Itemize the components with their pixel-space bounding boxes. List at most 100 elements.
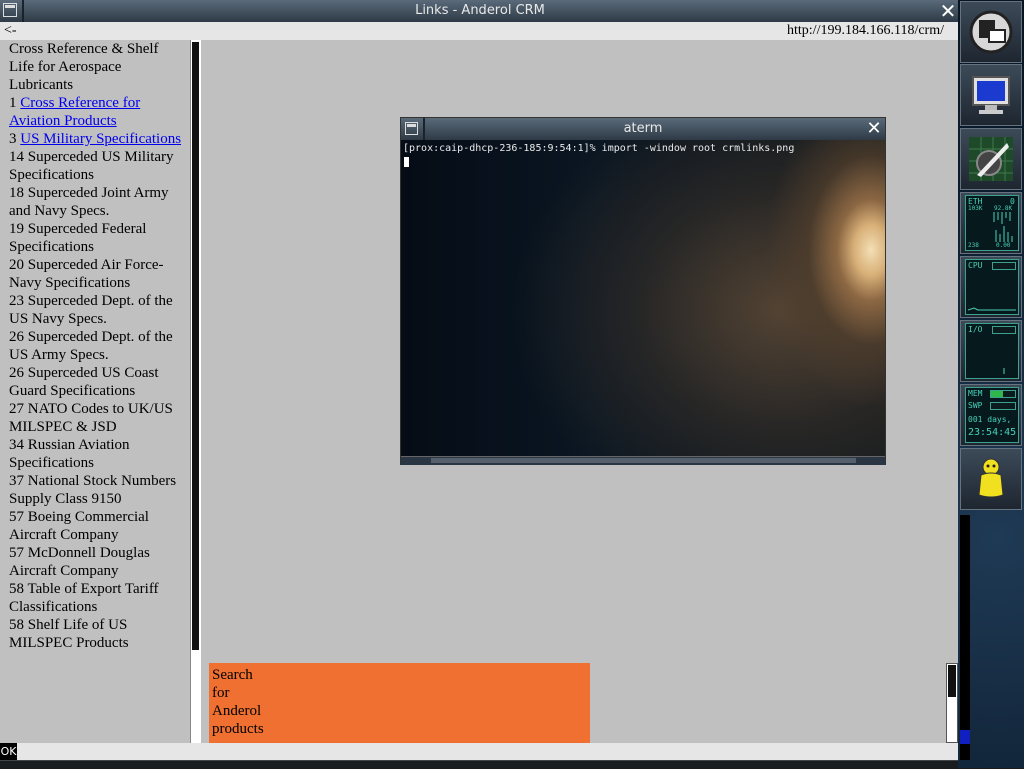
sidebar-item: 57 Boeing Commercial Aircraft Company: [9, 508, 187, 544]
dock-tile-monitor[interactable]: [960, 64, 1022, 126]
close-icon[interactable]: ✕: [938, 1, 958, 21]
titlebar-divider: [22, 0, 24, 22]
dock-tile-app[interactable]: [960, 1, 1022, 63]
sidebar-item: 37 National Stock Numbers Supply Class 9…: [9, 472, 187, 508]
swp-bar: [990, 402, 1016, 410]
terminal-cursor: [404, 157, 409, 167]
sidebar-item-label: McDonnell Douglas Aircraft Company: [9, 545, 150, 579]
dock-tile-user[interactable]: [960, 448, 1022, 510]
net-bottom-left: 238: [968, 242, 979, 249]
quill-icon: [969, 137, 1013, 181]
sidebar-item: 19 Superceded Federal Specifications: [9, 220, 187, 256]
sidebar-item-page: 57: [9, 545, 24, 561]
net-bottom-right: 0.00: [996, 242, 1011, 249]
sidebar-item-label: Superceded Joint Army and Navy Specs.: [9, 185, 169, 219]
url-bar: <- http://199.184.166.118/crm/: [0, 22, 960, 40]
sidebar-item-label: Superceded Federal Specifications: [9, 221, 147, 255]
sidebar-item: 27 NATO Codes to UK/US MILSPEC & JSD: [9, 400, 187, 436]
sidebar-item-label: Russian Aviation Specifications: [9, 437, 130, 471]
dock-scroll-thumb[interactable]: [960, 730, 970, 744]
uptime-days: 001 days,: [968, 415, 1012, 424]
sidebar-item-page: 18: [9, 185, 24, 201]
window-title: Links - Anderol CRM: [415, 3, 545, 18]
memory-monitor: MEM SWP 001 days, 23:54:45: [965, 387, 1019, 443]
sidebar-heading: Cross Reference & Shelf Life for Aerospa…: [9, 41, 159, 93]
sidebar-item-label: Superceded Air Force-Navy Specifications: [9, 257, 164, 291]
sidebar-list: Cross Reference & Shelf Life for Aerospa…: [9, 40, 187, 652]
io-label: I/O: [968, 325, 983, 334]
sidebar-item-page: 26: [9, 329, 24, 345]
dock-tile-memory[interactable]: MEM SWP 001 days, 23:54:45: [960, 384, 1022, 446]
net-rx: 103K: [968, 205, 983, 212]
sidebar-item-label: Table of Export Tariff Classifications: [9, 581, 159, 615]
window-titlebar[interactable]: Links - Anderol CRM: [0, 0, 960, 23]
sidebar-item: 57 McDonnell Douglas Aircraft Company: [9, 544, 187, 580]
sidebar-item-link[interactable]: Cross Reference for Aviation Products: [9, 95, 140, 129]
back-link[interactable]: <-: [4, 23, 17, 39]
sidebar-item-page: 58: [9, 581, 24, 597]
sidebar-item-page: 37: [9, 473, 24, 489]
window-menu-icon[interactable]: [3, 3, 17, 17]
uptime-clock: 23:54:45: [968, 427, 1017, 438]
cpu-label: CPU: [968, 261, 983, 270]
sidebar-item-label: Superceded Dept. of the US Army Specs.: [9, 329, 173, 363]
sidebar-item-page: 23: [9, 293, 24, 309]
dock-scrollbar[interactable]: [960, 515, 970, 760]
aterm-close-icon[interactable]: ✕: [864, 119, 884, 139]
terminal-area[interactable]: [prox:caip-dhcp-236-185:9:54:1]% import …: [401, 140, 885, 456]
dock-tile-io[interactable]: I/O: [960, 320, 1022, 382]
sidebar-item: 34 Russian Aviation Specifications: [9, 436, 187, 472]
aterm-titlebar[interactable]: aterm: [401, 118, 885, 140]
io-monitor: I/O: [965, 323, 1019, 379]
sidebar-item: 26 Superceded Dept. of the US Army Specs…: [9, 328, 187, 364]
sidebar-item: 23 Superceded Dept. of the US Navy Specs…: [9, 292, 187, 328]
mem-bar: [990, 390, 1016, 398]
mem-label: MEM: [968, 389, 983, 398]
monitor-icon: [972, 76, 1010, 114]
sidebar-item-page: 34: [9, 437, 24, 453]
network-graph: [993, 212, 1013, 242]
net-tx: 92.8K: [994, 205, 1013, 212]
sidebar-frame: Cross Reference & Shelf Life for Aerospa…: [0, 40, 190, 743]
sidebar-item-page: 27: [9, 401, 24, 417]
cpu-bar: [992, 262, 1016, 270]
cpu-graph: [968, 307, 1016, 311]
sidebar-item-link[interactable]: US Military Specifications: [20, 131, 181, 147]
search-frame[interactable]: Search for Anderol products: [209, 663, 590, 743]
aterm-window[interactable]: aterm ✕ [prox:caip-dhcp-236-185:9:54:1]%…: [400, 117, 886, 465]
sidebar-item-label: National Stock Numbers Supply Class 9150: [9, 473, 177, 507]
sidebar-item-page: 1: [9, 95, 17, 111]
content-scroll-thumb[interactable]: [948, 665, 956, 697]
app-logo-icon: [969, 10, 1013, 54]
dock-tile-network[interactable]: ETH 0 103K 92.8K 238 0.00: [960, 192, 1022, 254]
sidebar-item-label: Shelf Life of US MILSPEC Products: [9, 617, 129, 651]
sidebar-item-page: 57: [9, 509, 24, 525]
sidebar-item: 58 Shelf Life of US MILSPEC Products: [9, 616, 187, 652]
sidebar-item-page: 19: [9, 221, 24, 237]
swp-label: SWP: [968, 401, 983, 410]
io-bar: [992, 326, 1016, 334]
search-link[interactable]: Search for Anderol products: [212, 666, 272, 738]
sidebar-item-label: Superceded US Military Specifications: [9, 149, 174, 183]
aterm-title: aterm: [623, 121, 663, 136]
dock-tile-editor[interactable]: [960, 128, 1022, 190]
dock-tile-cpu[interactable]: CPU: [960, 256, 1022, 318]
current-url: http://199.184.166.118/crm/: [787, 23, 944, 38]
cpu-monitor: CPU: [965, 259, 1019, 315]
terminal-command-line: [prox:caip-dhcp-236-185:9:54:1]% import …: [403, 143, 795, 154]
sidebar-item-page: 20: [9, 257, 24, 273]
aterm-titlebar-divider: [423, 118, 425, 140]
sidebar-item-label: Superceded Dept. of the US Navy Specs.: [9, 293, 173, 327]
aterm-menu-icon[interactable]: [405, 122, 418, 135]
sidebar-scroll-thumb[interactable]: [192, 42, 199, 650]
sidebar-item-page: 14: [9, 149, 24, 165]
sidebar-item-label: NATO Codes to UK/US MILSPEC & JSD: [9, 401, 173, 435]
user-mascot-icon: [978, 458, 1004, 498]
io-graph: [1003, 368, 1005, 374]
sidebar-item[interactable]: 1 Cross Reference for Aviation Products: [9, 94, 187, 130]
sidebar-item: 14 Superceded US Military Specifications: [9, 148, 187, 184]
sidebar-item[interactable]: 3 US Military Specifications: [9, 130, 187, 148]
network-monitor: ETH 0 103K 92.8K 238 0.00: [965, 195, 1019, 251]
status-bar: [0, 743, 960, 760]
aterm-scroll-thumb[interactable]: [431, 458, 856, 463]
